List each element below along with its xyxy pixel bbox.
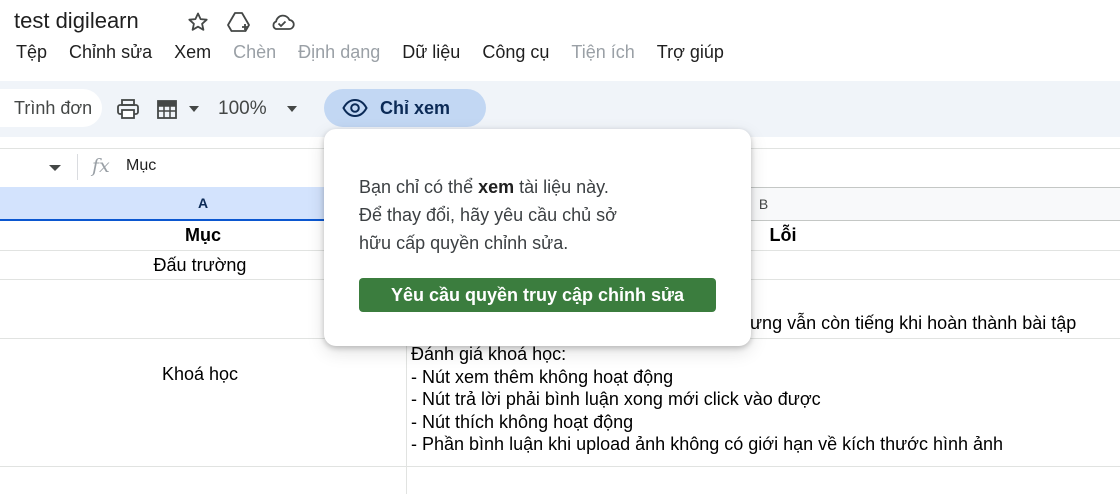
table-row: Khoá học Đánh giá khoá học: - Nút xem th… [0,339,1120,467]
popup-message: Bạn chỉ có thể xem tài liệu này. Để thay… [359,173,689,257]
cell-b3[interactable]: hưng vẫn còn tiếng khi hoàn thành bài tậ… [740,313,1076,334]
zoom-select[interactable]: 100% [218,98,267,120]
menu-format: Định dạng [298,42,381,62]
formula-input[interactable]: Mục [126,157,156,175]
popup-line1-end: tài liệu này. [514,177,609,197]
table-format-icon[interactable] [155,97,181,121]
popup-line1-start: Bạn chỉ có thể [359,177,479,197]
menu-search-box[interactable]: Trình đơn [0,89,102,127]
chevron-down-icon[interactable] [188,104,200,114]
menu-data[interactable]: Dữ liệu [402,42,460,63]
cell-line: - Phần bình luận khi upload ảnh không có… [411,434,1004,454]
cell-a4[interactable]: Khoá học [0,364,400,385]
menu-edit[interactable]: Chỉnh sửa [69,42,152,63]
menu-bar: Tệp Chỉnh sửa Xem Chèn Định dạng Dữ liệu… [16,42,724,63]
document-title[interactable]: test digilearn [14,8,139,34]
popup-line1-bold: xem [478,177,515,197]
cloud-saved-icon[interactable] [268,10,296,34]
cell-line: - Nút xem thêm không hoạt động [411,366,674,387]
cell-line: Đánh giá khoá học: [411,344,567,364]
menu-tools[interactable]: Công cụ [482,42,549,63]
menu-file[interactable]: Tệp [16,42,47,63]
menu-insert: Chèn [233,42,277,62]
move-to-drive-icon[interactable] [226,10,252,34]
request-edit-access-button[interactable]: Yêu cầu quyền truy cập chỉnh sửa [359,278,716,312]
menu-extensions: Tiện ích [571,42,635,62]
cell-b4[interactable]: Đánh giá khoá học: - Nút xem thêm không … [411,343,1003,456]
eye-icon [342,98,368,118]
cell-line: - Nút trả lời phải bình luận xong mới cl… [411,389,821,409]
view-only-button[interactable]: Chỉ xem [324,89,486,127]
view-only-label: Chỉ xem [380,97,451,118]
popup-line2: Để thay đổi, hãy yêu cầu chủ sở [359,205,617,225]
menu-help[interactable]: Trợ giúp [657,42,724,63]
name-box-dropdown-icon[interactable] [48,163,62,173]
menu-view[interactable]: Xem [174,42,211,63]
fx-icon: fx [92,155,110,177]
formula-separator [77,154,78,180]
zoom-chevron-down-icon[interactable] [286,104,298,114]
star-icon[interactable] [186,10,210,34]
cell-line: - Nút thích không hoạt động [411,411,634,432]
title-icons [186,10,296,34]
popup-line3: hữu cấp quyền chỉnh sửa. [359,233,569,253]
print-icon[interactable] [115,97,141,121]
